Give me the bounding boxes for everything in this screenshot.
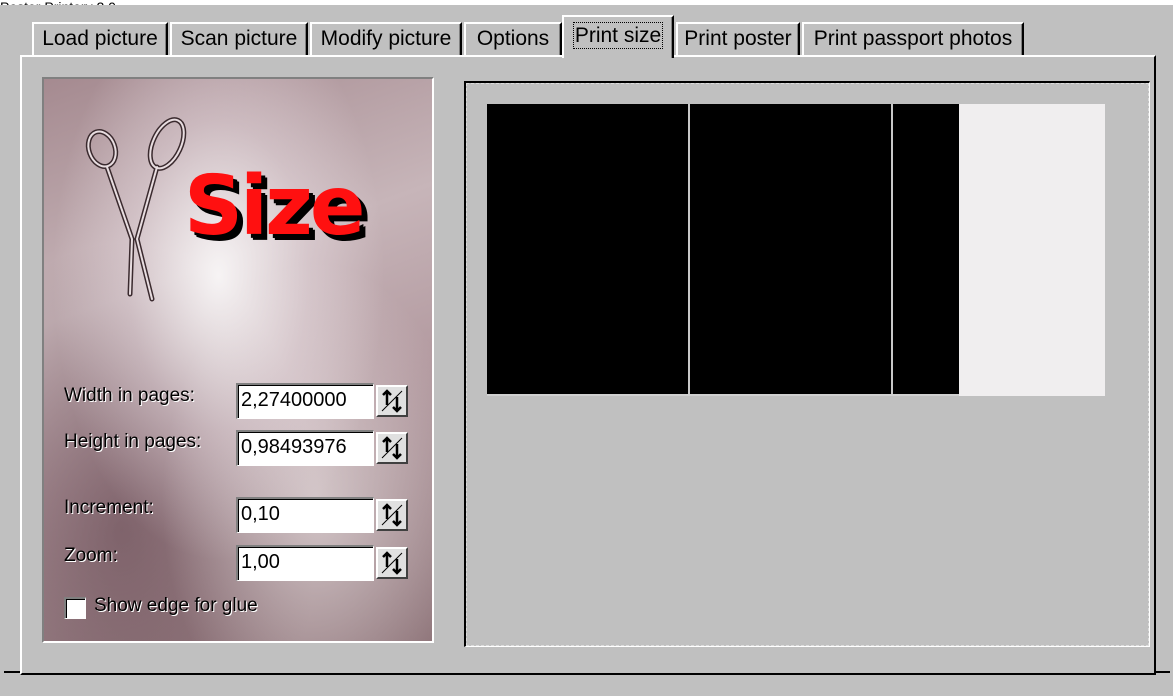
- tab-print-poster[interactable]: Print poster: [676, 22, 800, 55]
- spin-arrows-icon: [381, 436, 403, 460]
- preview-area: [466, 83, 1149, 646]
- height-input[interactable]: 0,98493976: [236, 430, 374, 466]
- height-spin-button[interactable]: [376, 432, 408, 464]
- tab-scan-picture[interactable]: Scan picture: [170, 22, 308, 55]
- show-edge-label[interactable]: Show edge for glue: [94, 595, 258, 617]
- spin-arrows-icon: [381, 389, 403, 413]
- tab-load-picture[interactable]: Load picture: [32, 22, 168, 55]
- width-label: Width in pages:: [64, 385, 195, 406]
- zoom-label: Zoom:: [64, 545, 118, 566]
- tab-options[interactable]: Options: [464, 22, 562, 55]
- page-bottom-edge: [487, 394, 959, 396]
- show-edge-checkbox[interactable]: [64, 597, 86, 619]
- increment-input[interactable]: 0,10: [236, 497, 374, 533]
- width-spin-button[interactable]: [376, 385, 408, 417]
- app-window: Load picture Scan picture Modify picture…: [0, 5, 1173, 696]
- height-field: 0,98493976: [236, 430, 414, 466]
- print-preview: [464, 81, 1150, 647]
- width-input[interactable]: 2,27400000: [236, 383, 374, 419]
- page-divider: [891, 104, 893, 396]
- print-size-panel: Size Width in pages: 2,27400000 Height i…: [20, 55, 1156, 675]
- spin-arrows-icon: [381, 551, 403, 575]
- page-divider: [688, 104, 690, 396]
- increment-label: Increment:: [64, 497, 154, 518]
- tab-print-passport-photos[interactable]: Print passport photos: [802, 22, 1024, 55]
- picture-preview: [487, 104, 959, 396]
- tab-print-size[interactable]: Print size: [562, 15, 674, 58]
- spin-arrows-icon: [381, 503, 403, 527]
- size-settings-panel: Size Width in pages: 2,27400000 Height i…: [42, 77, 434, 643]
- increment-spin-button[interactable]: [376, 499, 408, 531]
- width-field: 2,27400000: [236, 383, 414, 419]
- paper-area: [487, 104, 1105, 396]
- zoom-spin-button[interactable]: [376, 547, 408, 579]
- size-logo: Size: [184, 159, 366, 254]
- tab-modify-picture[interactable]: Modify picture: [310, 22, 462, 55]
- height-label: Height in pages:: [64, 431, 202, 452]
- zoom-field: 1,00: [236, 545, 414, 581]
- increment-field: 0,10: [236, 497, 414, 533]
- scissors-icon: [85, 117, 187, 302]
- tab-bar: Load picture Scan picture Modify picture…: [0, 5, 1173, 61]
- zoom-input[interactable]: 1,00: [236, 545, 374, 581]
